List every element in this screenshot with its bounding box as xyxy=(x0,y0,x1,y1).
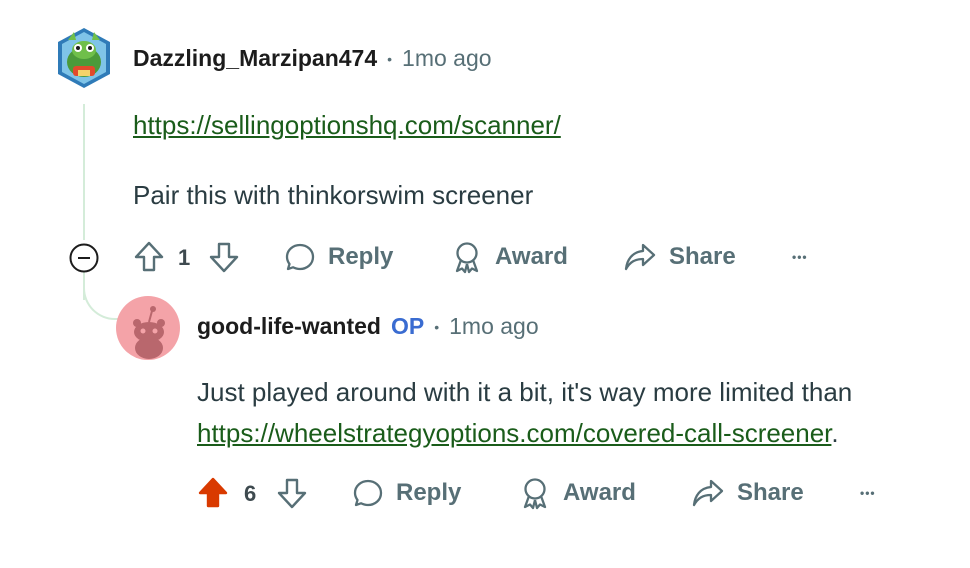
vote-count: 1 xyxy=(178,245,191,270)
upvote-icon[interactable] xyxy=(133,240,165,274)
comment-timestamp[interactable]: 1mo ago xyxy=(449,313,539,340)
comment-body: Just played around with it a bit, it's w… xyxy=(197,377,853,407)
meta-separator: • xyxy=(387,50,393,67)
more-icon[interactable]: ••• xyxy=(860,486,876,500)
award-button[interactable]: Award xyxy=(451,240,568,274)
avatar-good-life-wanted[interactable] xyxy=(116,296,180,360)
comment-body-line2: https://wheelstrategyoptions.com/covered… xyxy=(197,413,839,454)
link-suffix: . xyxy=(831,418,839,448)
share-button[interactable]: Share xyxy=(691,477,804,509)
upvote-icon[interactable] xyxy=(197,476,229,510)
comment-author[interactable]: Dazzling_Marzipan474 xyxy=(133,45,377,72)
downvote-icon[interactable] xyxy=(208,240,240,274)
more-icon[interactable]: ••• xyxy=(792,250,808,264)
reply-label: Reply xyxy=(328,243,394,270)
reply-button[interactable]: Reply xyxy=(352,477,461,509)
award-icon xyxy=(523,478,547,510)
comment-author[interactable]: good-life-wanted xyxy=(197,313,381,340)
comment-body: Pair this with thinkorswim screener xyxy=(133,180,534,210)
comment-link[interactable]: https://sellingoptionshq.com/scanner/ xyxy=(133,110,561,140)
meta-separator: • xyxy=(434,318,440,335)
op-badge: OP xyxy=(390,313,425,339)
award-icon xyxy=(455,242,479,274)
reply-label: Reply xyxy=(396,479,462,506)
share-icon xyxy=(624,243,656,271)
award-label: Award xyxy=(495,243,568,270)
share-icon xyxy=(692,479,724,507)
comment-timestamp[interactable]: 1mo ago xyxy=(402,45,492,72)
comment-link[interactable]: https://wheelstrategyoptions.com/covered… xyxy=(197,418,831,448)
vote-count: 6 xyxy=(244,481,257,506)
share-button[interactable]: Share xyxy=(623,241,736,273)
award-button[interactable]: Award xyxy=(519,476,636,510)
reply-icon xyxy=(353,479,383,507)
collapse-icon[interactable] xyxy=(68,242,100,274)
thread-line[interactable] xyxy=(83,104,85,240)
award-label: Award xyxy=(563,479,636,506)
share-label: Share xyxy=(737,479,804,506)
downvote-icon[interactable] xyxy=(276,476,308,510)
reply-icon xyxy=(285,243,315,271)
share-label: Share xyxy=(669,243,736,270)
avatar-dazzling-marzipan[interactable] xyxy=(56,26,112,90)
reply-button[interactable]: Reply xyxy=(284,241,393,273)
